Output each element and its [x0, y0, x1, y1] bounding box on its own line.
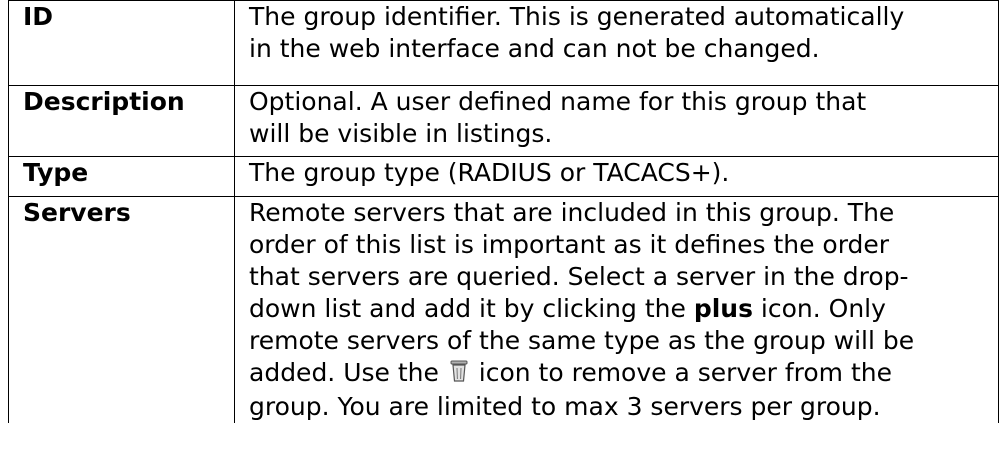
definition-id: The group identifier. This is generated …	[234, 0, 999, 86]
definition-line: that servers are queried. Select a serve…	[249, 262, 909, 291]
definition-line: Optional. A user defined name for this g…	[249, 87, 867, 116]
definition-line: order of this list is important as it de…	[249, 230, 890, 259]
term-servers: Servers	[8, 196, 235, 423]
definition-line: down list and add it by clicking the plu…	[249, 293, 992, 325]
text-segment: icon. Only	[752, 294, 886, 323]
table-row: Servers Remote servers that are included…	[8, 196, 999, 423]
text-segment: added. Use the	[249, 358, 447, 387]
term-id: ID	[8, 0, 235, 86]
definition-servers: Remote servers that are included in this…	[234, 196, 999, 423]
trash-icon	[449, 359, 469, 391]
table-row: Description Optional. A user defined nam…	[8, 85, 999, 157]
term-type: Type	[8, 156, 235, 197]
table-row: Type The group type (RADIUS or TACACS+).	[8, 156, 999, 197]
definition-line: added. Use the icon to remove a server f…	[249, 357, 992, 391]
plus-keyword: plus	[693, 294, 753, 323]
definition-line: Remote servers that are included in this…	[249, 198, 895, 227]
text-segment: down list and add it by clicking the	[249, 294, 694, 323]
definition-type: The group type (RADIUS or TACACS+).	[234, 156, 999, 197]
text-segment: icon to remove a server from the	[470, 358, 892, 387]
table-row: ID The group identifier. This is generat…	[8, 0, 999, 86]
definition-line: group. You are limited to max 3 servers …	[249, 392, 881, 421]
definition-line: remote servers of the same type as the g…	[249, 326, 915, 355]
definition-table: ID The group identifier. This is generat…	[8, 0, 999, 423]
term-description: Description	[8, 85, 235, 157]
definition-line: in the web interface and can not be chan…	[249, 34, 820, 63]
definition-line: The group identifier. This is generated …	[249, 2, 905, 31]
definition-line: will be visible in listings.	[249, 119, 553, 148]
definition-description: Optional. A user defined name for this g…	[234, 85, 999, 157]
definition-line: The group type (RADIUS or TACACS+).	[249, 158, 730, 187]
